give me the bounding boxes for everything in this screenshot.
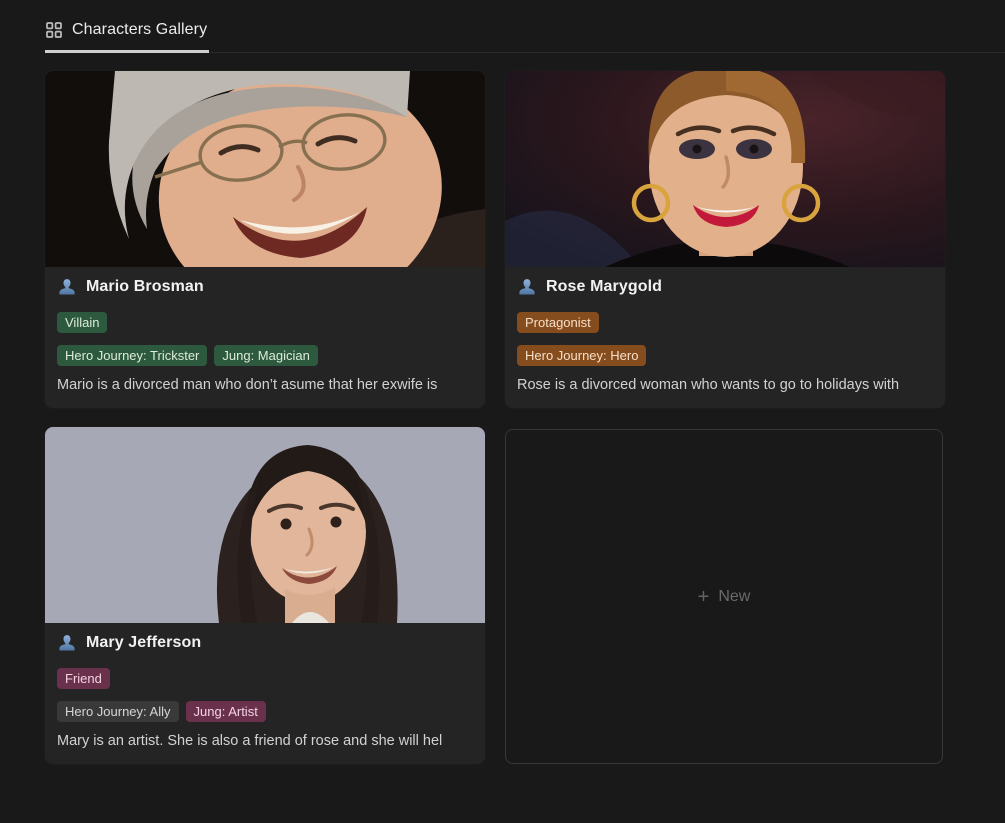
view-tab-bar: Characters Gallery xyxy=(0,0,1005,53)
tag-pill: Friend xyxy=(57,668,110,689)
person-icon xyxy=(57,633,77,653)
tab-characters-gallery[interactable]: Characters Gallery xyxy=(45,19,210,53)
character-description: Rose is a divorced woman who wants to go… xyxy=(517,377,900,393)
card-cover-mario-portrait xyxy=(45,71,485,267)
plus-icon: + xyxy=(697,585,710,608)
tag-pill: Hero Journey: Ally xyxy=(57,701,179,722)
new-card-label: New xyxy=(718,587,751,605)
person-icon xyxy=(517,277,537,297)
tag-pill: Protagonist xyxy=(517,312,599,333)
character-name: Rose Marygold xyxy=(546,278,662,295)
new-card-button[interactable]: + New xyxy=(505,429,943,764)
character-card-rose[interactable]: Rose Marygold Protagonist Hero Journey: … xyxy=(505,71,945,408)
card-cover-rose-portrait xyxy=(505,71,945,267)
tag-pill: Villain xyxy=(57,312,108,333)
tag-pill: Jung: Artist xyxy=(185,701,266,722)
tag-pill: Hero Journey: Trickster xyxy=(57,345,208,366)
character-card-mary[interactable]: Mary Jefferson Friend Hero Journey: Ally… xyxy=(45,427,485,764)
gallery-grid-icon xyxy=(45,21,63,39)
character-name: Mary Jefferson xyxy=(86,634,202,651)
person-icon xyxy=(57,277,77,297)
character-description: Mario is a divorced man who don’t asume … xyxy=(57,377,438,393)
character-name: Mario Brosman xyxy=(86,278,204,295)
tag-pill: Hero Journey: Hero xyxy=(517,345,647,366)
card-cover-mary-portrait xyxy=(45,427,485,623)
tab-label: Characters Gallery xyxy=(72,21,208,38)
characters-gallery-grid: Mario Brosman Villain Hero Journey: Tric… xyxy=(45,71,1005,764)
tag-pill: Jung: Magician xyxy=(214,345,318,366)
character-description: Mary is an artist. She is also a friend … xyxy=(57,733,443,749)
character-card-mario[interactable]: Mario Brosman Villain Hero Journey: Tric… xyxy=(45,71,485,408)
